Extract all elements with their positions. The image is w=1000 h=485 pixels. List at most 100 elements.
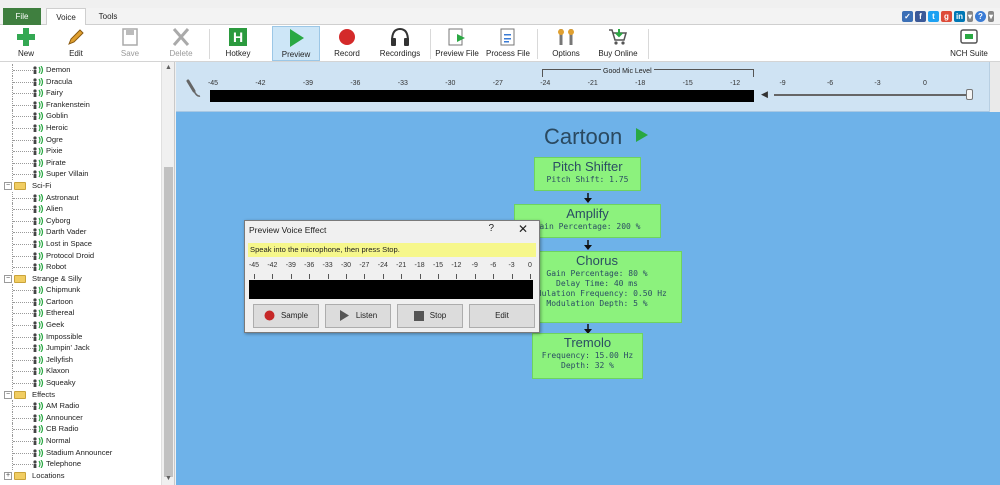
tree-category[interactable]: − Effects xyxy=(0,389,160,401)
tree-voice-item[interactable]: AM Radio xyxy=(0,400,160,412)
tree-voice-item[interactable]: Squeaky xyxy=(0,377,160,389)
level-tick-label: -39 xyxy=(302,80,313,87)
tree-voice-item[interactable]: Goblin xyxy=(0,110,160,122)
collapse-toggle-icon[interactable]: + xyxy=(4,471,12,480)
scroll-up-icon[interactable]: ▲ xyxy=(162,62,174,74)
tree-voice-item[interactable]: Dracula xyxy=(0,75,160,88)
edit-button[interactable]: Edit xyxy=(58,26,94,61)
help-icon[interactable]: ? xyxy=(488,223,494,234)
options-button[interactable]: Options xyxy=(546,26,586,61)
tree-voice-item[interactable]: Stadium Announcer xyxy=(0,446,160,459)
tree-voice-item[interactable]: Demon xyxy=(0,64,160,76)
dropdown-icon[interactable]: ▾ xyxy=(988,11,994,22)
level-tick-label: -9 xyxy=(471,262,478,269)
preview-file-button[interactable]: Preview File xyxy=(434,26,480,61)
tree-voice-item[interactable]: Darth Vader xyxy=(0,226,160,238)
tree-category[interactable]: − Strange & Silly xyxy=(0,273,160,285)
scrollbar-thumb[interactable] xyxy=(164,167,173,477)
volume-slider-handle[interactable] xyxy=(966,89,973,100)
collapse-toggle-icon[interactable]: − xyxy=(4,181,12,190)
play-icon[interactable] xyxy=(636,128,648,142)
menu-voice[interactable]: Voice xyxy=(46,8,86,26)
linkedin-icon[interactable]: in xyxy=(954,11,965,22)
new-button[interactable]: New xyxy=(8,26,44,61)
menu-file[interactable]: File xyxy=(3,8,41,25)
level-tick-label: -15 xyxy=(432,262,444,269)
tree-voice-item[interactable]: Fairy xyxy=(0,87,160,99)
tree-guide-line xyxy=(13,93,33,95)
facebook-icon[interactable]: f xyxy=(915,11,926,22)
hotkey-button[interactable]: H Hotkey xyxy=(218,26,258,61)
volume-slider[interactable] xyxy=(774,94,972,96)
tree-voice-item[interactable]: Alien xyxy=(0,203,160,215)
close-icon[interactable]: ✕ xyxy=(518,222,528,236)
level-tick-label: -33 xyxy=(397,80,408,87)
tree-voice-item[interactable]: Robot xyxy=(0,261,160,273)
tree-voice-item[interactable]: Jumpin' Jack xyxy=(0,342,160,354)
tree-voice-item[interactable]: CB Radio xyxy=(0,423,160,435)
tree-voice-label: Normal xyxy=(46,436,71,445)
menu-tools[interactable]: Tools xyxy=(90,8,126,25)
tree-voice-item[interactable]: Announcer xyxy=(0,411,160,424)
tree-voice-label: Pirate xyxy=(46,157,66,167)
tree-voice-item[interactable]: Chipmunk xyxy=(0,284,160,296)
tree-voice-item[interactable]: Cyborg xyxy=(0,214,160,227)
tree-voice-item[interactable]: Ethereal xyxy=(0,307,160,320)
tree-voice-item[interactable]: Super Villain xyxy=(0,168,160,180)
tree-voice-item[interactable]: Pirate xyxy=(0,156,160,169)
edit-button[interactable]: Edit xyxy=(469,304,535,328)
tree-voice-label: Squeaky xyxy=(46,378,76,388)
level-tick-mark xyxy=(419,274,421,279)
help-icon[interactable]: ? xyxy=(975,11,986,22)
tree-voice-item[interactable]: Telephone xyxy=(0,458,160,470)
recordings-button[interactable]: Recordings xyxy=(374,26,426,61)
tree-voice-item[interactable]: Cartoon xyxy=(0,295,160,308)
tree-voice-item[interactable]: Impossible xyxy=(0,330,160,343)
preview-button[interactable]: Preview xyxy=(272,26,320,61)
save-button[interactable]: Save xyxy=(112,26,148,61)
tree-voice-item[interactable]: Astronaut xyxy=(0,191,160,204)
listen-button[interactable]: Listen xyxy=(325,304,391,328)
stop-button[interactable]: Stop xyxy=(397,304,463,328)
voice-icon xyxy=(33,77,44,86)
level-tick-label: -21 xyxy=(587,80,598,87)
scroll-down-icon[interactable]: ▼ xyxy=(162,473,174,485)
process-file-button[interactable]: Process File xyxy=(484,26,532,61)
tree-voice-item[interactable]: Protocol Droid xyxy=(0,249,160,262)
collapse-toggle-icon[interactable]: − xyxy=(4,274,12,283)
tree-voice-item[interactable]: Jellyfish xyxy=(0,353,160,366)
sample-button[interactable]: Sample xyxy=(253,304,319,328)
delete-button[interactable]: Delete xyxy=(163,26,199,61)
delete-x-icon xyxy=(172,28,190,46)
tree-voice-item[interactable]: Klaxon xyxy=(0,365,160,378)
collapse-toggle-icon[interactable]: − xyxy=(4,390,12,399)
voice-icon xyxy=(33,448,44,457)
dialog-level-tickmarks xyxy=(251,274,533,279)
sidebar-scrollbar[interactable]: ▲ ▼ xyxy=(161,62,174,485)
tree-voice-item[interactable]: Pixie xyxy=(0,145,160,157)
speaker-icon: ◀ xyxy=(761,89,768,99)
tree-voice-item[interactable]: Ogre xyxy=(0,133,160,146)
buy-online-button[interactable]: Buy Online xyxy=(594,26,642,61)
level-strip-scrollbar[interactable] xyxy=(989,62,1000,112)
tree-category[interactable]: − Sci-Fi xyxy=(0,180,160,192)
nch-suite-button[interactable]: NCH Suite xyxy=(946,26,992,61)
tree-guide-line xyxy=(13,336,33,338)
microphone-icon[interactable] xyxy=(184,77,202,99)
tree-voice-item[interactable]: Normal xyxy=(0,435,160,447)
effect-box-pitch-shifter[interactable]: Pitch Shifter Pitch Shift: 1.75 xyxy=(534,157,641,191)
google-plus-icon[interactable]: g xyxy=(941,11,952,22)
level-tick-label: -45 xyxy=(207,80,219,87)
tree-category[interactable]: + Locations xyxy=(0,470,160,482)
record-button[interactable]: Record xyxy=(326,26,368,61)
effect-box-tremolo[interactable]: Tremolo Frequency: 15.00 Hz Depth: 32 % xyxy=(532,333,643,379)
tree-voice-item[interactable]: Lost in Space xyxy=(0,237,160,250)
level-tick-label: -27 xyxy=(359,262,370,269)
dropdown-icon[interactable]: ▾ xyxy=(967,11,973,22)
twitter-icon[interactable]: t xyxy=(928,11,939,22)
tree-voice-item[interactable]: Heroic xyxy=(0,121,160,134)
tree-voice-item[interactable]: Frankenstein xyxy=(0,98,160,111)
thumbs-up-icon[interactable]: ✓ xyxy=(902,11,913,22)
voice-icon xyxy=(33,425,44,434)
tree-voice-item[interactable]: Geek xyxy=(0,319,160,331)
